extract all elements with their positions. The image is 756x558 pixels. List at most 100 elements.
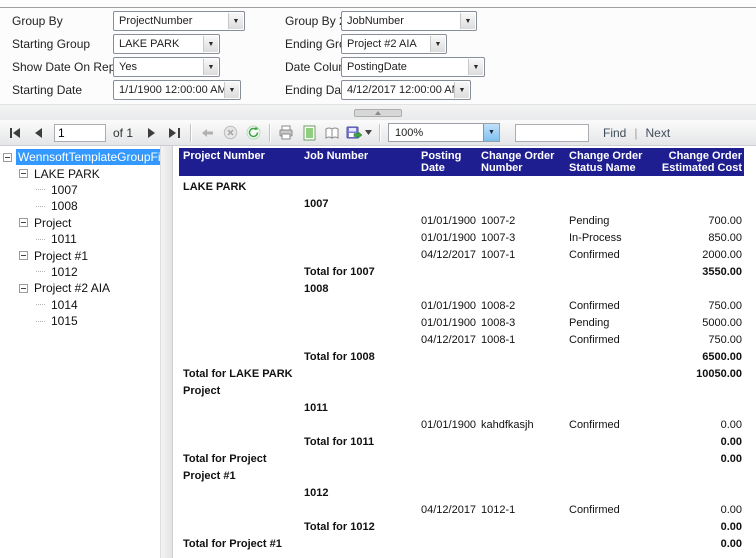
zoom-select[interactable]: 100% ▼: [388, 123, 500, 142]
document-map-item[interactable]: LAKE PARK: [0, 165, 160, 181]
chevron-down-icon[interactable]: ▼: [468, 59, 483, 75]
document-map-item-label[interactable]: Project: [32, 215, 73, 231]
chevron-down-icon[interactable]: ▼: [483, 124, 499, 141]
previous-page-button[interactable]: [27, 123, 49, 143]
report-row: Project: [179, 382, 744, 399]
document-map-item[interactable]: 1012: [0, 264, 160, 280]
chevron-down-icon[interactable]: ▼: [454, 82, 469, 98]
estimated-cost-cell: 6500.00: [655, 351, 744, 363]
find-input[interactable]: [515, 124, 589, 142]
collapse-minus-icon[interactable]: [3, 153, 12, 162]
starting-group-select[interactable]: LAKE PARK ▼: [113, 34, 220, 54]
report-row: 01/01/1900 1007-3 In-Process 850.00: [179, 229, 744, 246]
job-number-cell: Total for 1007: [300, 266, 417, 278]
print-button[interactable]: [275, 123, 297, 143]
next-page-button[interactable]: [140, 123, 162, 143]
change-order-status-cell: Confirmed: [565, 249, 655, 261]
next-link[interactable]: Next: [645, 126, 670, 140]
group-by-2-select[interactable]: JobNumber ▼: [341, 11, 477, 31]
show-date-label: Show Date On Report: [12, 60, 129, 74]
chevron-down-icon[interactable]: ▼: [228, 13, 243, 29]
report-row: LAKE PARK: [179, 178, 744, 195]
group-by-2-label: Group By 2: [285, 14, 346, 28]
posting-date-cell: 04/12/2017: [417, 504, 477, 516]
posting-date-cell: 04/12/2017: [417, 249, 477, 261]
print-layout-button[interactable]: [298, 123, 320, 143]
estimated-cost-cell: 0.00: [655, 419, 744, 431]
toolbar-separator: [190, 124, 191, 142]
date-column-select[interactable]: PostingDate ▼: [341, 57, 485, 77]
document-map-item[interactable]: 1007: [0, 182, 160, 198]
starting-group-label: Starting Group: [12, 37, 90, 51]
collapse-minus-icon[interactable]: [19, 218, 28, 227]
horizontal-splitter[interactable]: [0, 104, 756, 120]
report-row: 04/12/2017 1008-1 Confirmed 750.00: [179, 331, 744, 348]
document-map-item-label[interactable]: 1008: [49, 198, 80, 214]
back-button[interactable]: [196, 123, 218, 143]
page-number-input[interactable]: [54, 124, 106, 142]
document-map-item-label[interactable]: 1011: [49, 231, 79, 247]
document-map-item[interactable]: 1015: [0, 313, 160, 329]
collapse-minus-icon[interactable]: [19, 251, 28, 260]
document-map-item-label[interactable]: WennsoftTemplateGroupFilterD: [16, 149, 160, 165]
vertical-splitter[interactable]: [160, 146, 173, 558]
report-row: 04/12/2017 1012-1 Confirmed 0.00: [179, 501, 744, 518]
document-map-item-label[interactable]: 1014: [49, 297, 80, 313]
project-number-cell: Total for Project: [179, 453, 300, 465]
estimated-cost-cell: 0.00: [655, 453, 744, 465]
starting-date-select[interactable]: 1/1/1900 12:00:00 AM ▼: [113, 80, 241, 100]
document-map-item[interactable]: Project #1: [0, 247, 160, 263]
page-setup-icon: [325, 126, 340, 140]
job-number-cell: 1011: [300, 402, 417, 414]
ending-date-select[interactable]: 4/12/2017 12:00:00 AM ▼: [341, 80, 471, 100]
collapse-minus-icon[interactable]: [19, 169, 28, 178]
document-map-item-label[interactable]: 1015: [49, 313, 80, 329]
chevron-down-icon[interactable]: ▼: [460, 13, 475, 29]
change-order-number-cell: kahdfkasjh: [477, 419, 565, 431]
refresh-button[interactable]: [242, 123, 264, 143]
change-order-status-cell: Confirmed: [565, 334, 655, 346]
document-map-item[interactable]: 1008: [0, 198, 160, 214]
document-map-item-label[interactable]: 1007: [49, 182, 80, 198]
change-order-status-cell: Confirmed: [565, 419, 655, 431]
ending-group-select[interactable]: Project #2 AIA ▼: [341, 34, 447, 54]
chevron-down-icon[interactable]: ▼: [203, 59, 218, 75]
estimated-cost-cell: 10050.00: [655, 368, 744, 380]
estimated-cost-cell: 0.00: [655, 521, 744, 533]
chevron-down-icon[interactable]: ▼: [203, 36, 218, 52]
report-row: 1008: [179, 280, 744, 297]
change-order-status-cell: Pending: [565, 317, 655, 329]
document-map-item[interactable]: Project #2 AIA: [0, 280, 160, 296]
document-map-item-label[interactable]: Project #1: [32, 248, 90, 264]
document-map-item[interactable]: 1014: [0, 297, 160, 313]
group-by-value: ProjectNumber: [119, 15, 192, 27]
report-header-row: Project Number Job Number Posting Date C…: [179, 148, 744, 176]
show-date-select[interactable]: Yes ▼: [113, 57, 220, 77]
group-by-select[interactable]: ProjectNumber ▼: [113, 11, 245, 31]
export-button[interactable]: [344, 123, 374, 143]
document-map-item-label[interactable]: 1012: [49, 264, 80, 280]
change-order-number-cell: 1008-1: [477, 334, 565, 346]
collapse-minus-icon[interactable]: [19, 284, 28, 293]
document-map-item-label[interactable]: LAKE PARK: [32, 166, 102, 182]
stop-button[interactable]: [219, 123, 241, 143]
job-number-cell: Total for 1012: [300, 521, 417, 533]
chevron-down-icon[interactable]: ▼: [430, 36, 445, 52]
last-page-button[interactable]: [163, 123, 185, 143]
posting-date-cell: 01/01/1900: [417, 317, 477, 329]
document-map-item-label[interactable]: Project #2 AIA: [32, 280, 112, 296]
starting-group-value: LAKE PARK: [119, 38, 179, 50]
column-header-change-order-estimated-cost: Change Order Estimated Cost: [655, 148, 744, 176]
document-map-item[interactable]: 1011: [0, 231, 160, 247]
document-map-item[interactable]: WennsoftTemplateGroupFilterD: [0, 149, 160, 165]
collapse-handle[interactable]: [354, 109, 402, 117]
chevron-down-icon[interactable]: ▼: [224, 82, 239, 98]
report-toolbar: of 1 100% ▼ Find | Next: [0, 120, 756, 146]
chevron-down-icon: [365, 130, 372, 135]
first-page-button[interactable]: [4, 123, 26, 143]
tree-connector: [36, 239, 45, 240]
page-setup-button[interactable]: [321, 123, 343, 143]
report-row: Total for 1012 0.00: [179, 518, 744, 535]
document-map-item[interactable]: Project: [0, 215, 160, 231]
find-link[interactable]: Find: [603, 126, 626, 140]
